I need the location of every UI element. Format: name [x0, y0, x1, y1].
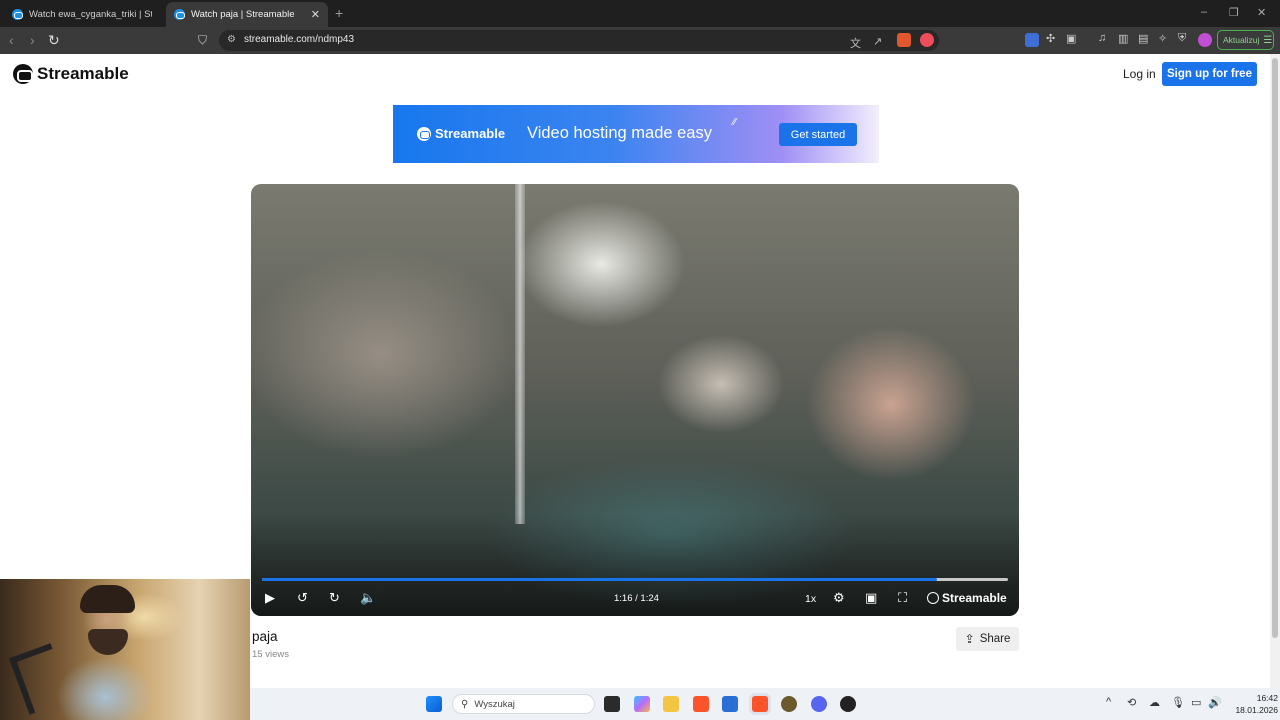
- address-bar[interactable]: ⚙ streamable.com/ndmp43 文 ↗: [219, 30, 939, 51]
- windows-taskbar: ⚲ Wyszukaj ^ ⟲ ☁ 🎙 ▭ 🔊 16:42 18.01.2026: [250, 688, 1280, 720]
- restore-window-button[interactable]: ❐: [1229, 6, 1239, 19]
- close-window-button[interactable]: ✕: [1257, 6, 1266, 19]
- brave-shields-icon[interactable]: [897, 33, 911, 47]
- get-started-button[interactable]: Get started: [779, 123, 857, 146]
- settings-gear-icon[interactable]: ⚙: [833, 589, 845, 607]
- screenshot-icon[interactable]: ▣: [1066, 32, 1076, 45]
- copilot-icon[interactable]: [634, 696, 650, 712]
- streamable-logo[interactable]: Streamable: [13, 64, 129, 84]
- video-frame-detail: [515, 184, 525, 524]
- streamable-logo-icon: [13, 64, 33, 84]
- promo-banner[interactable]: Streamable Video hosting made easy ⁄⁄ Ge…: [393, 105, 879, 163]
- player-brand-text: Streamable: [942, 591, 1007, 605]
- tab-label: Watch paja | Streamable: [191, 9, 295, 20]
- rewind-icon[interactable]: ↺: [297, 589, 308, 607]
- player-brand[interactable]: Streamable: [927, 591, 1007, 605]
- scrollbar-thumb[interactable]: [1272, 58, 1278, 638]
- time-display: 1:16 / 1:24: [614, 593, 659, 604]
- microphone-icon[interactable]: 🎙: [1171, 696, 1185, 709]
- sync-icon[interactable]: ⟲: [1127, 696, 1136, 709]
- vpn-shield-icon[interactable]: ⛨: [1178, 32, 1186, 45]
- logo-text: Streamable: [37, 64, 129, 83]
- streamable-logo-icon: [417, 127, 431, 141]
- webcam-overlay: [0, 579, 250, 720]
- tray-overflow-icon[interactable]: ^: [1106, 696, 1111, 708]
- login-link[interactable]: Log in: [1123, 67, 1156, 81]
- microphone-arm: [9, 643, 71, 715]
- store-icon[interactable]: [722, 696, 738, 712]
- share-page-icon[interactable]: ↗: [873, 35, 882, 48]
- close-tab-icon[interactable]: ✕: [311, 8, 320, 21]
- sparkle-icon: ⁄⁄: [733, 117, 737, 128]
- clock-time: 16:42: [1256, 693, 1278, 703]
- forward-arrow-icon[interactable]: ›: [30, 32, 35, 48]
- tab-ewa-cyganka[interactable]: Watch ewa_cyganka_triki | Streamabl: [4, 2, 160, 27]
- banner-brand: Streamable: [435, 126, 506, 141]
- streamable-favicon-icon: [174, 9, 185, 20]
- translate-icon[interactable]: 文: [850, 35, 861, 51]
- network-icon[interactable]: ▭: [1191, 696, 1201, 709]
- wallet-icon[interactable]: ▤: [1138, 32, 1148, 45]
- minimize-window-button[interactable]: –: [1201, 6, 1207, 18]
- speaker-icon[interactable]: 🔊: [1208, 696, 1222, 709]
- share-label: Share: [979, 633, 1011, 645]
- video-title: paja: [252, 629, 278, 644]
- video-player[interactable]: ▶ ↺ ↻ 🔈 1:16 / 1:24 1x ⚙ ▣ ⛶ Streamable: [251, 184, 1019, 616]
- streamable-logo-icon: [927, 592, 939, 604]
- tab-label: Watch ewa_cyganka_triki | Streamabl: [29, 9, 152, 20]
- search-placeholder: Wyszukaj: [474, 698, 515, 710]
- signup-button[interactable]: Sign up for free: [1162, 62, 1257, 86]
- webcam-person-hair: [80, 585, 135, 613]
- tab-paja[interactable]: Watch paja | Streamable ✕: [166, 2, 328, 27]
- browser-toolbar: ‹ › ↻ ⛉ ⚙ streamable.com/ndmp43 文 ↗ ✣ ▣ …: [0, 27, 1280, 54]
- url-text: streamable.com/ndmp43: [244, 34, 355, 45]
- playback-speed-button[interactable]: 1x: [805, 593, 816, 605]
- back-arrow-icon[interactable]: ‹: [9, 32, 14, 48]
- picture-in-picture-icon[interactable]: ▣: [865, 589, 877, 607]
- site-info-icon[interactable]: ⚙: [227, 34, 238, 45]
- sidebar-icon[interactable]: ▥: [1118, 32, 1128, 45]
- brave-browser-icon[interactable]: [693, 696, 709, 712]
- game-app-icon[interactable]: [781, 696, 797, 712]
- menu-icon: ☰: [1263, 34, 1273, 46]
- discord-icon[interactable]: [811, 696, 827, 712]
- file-explorer-icon[interactable]: [663, 696, 679, 712]
- play-icon[interactable]: ▶: [265, 589, 275, 607]
- share-button[interactable]: ⇪ Share: [956, 627, 1019, 651]
- update-label: Aktualizuj: [1223, 35, 1260, 45]
- puzzle-extensions-icon[interactable]: ✣: [1046, 32, 1055, 45]
- fullscreen-icon[interactable]: ⛶: [898, 589, 907, 607]
- progress-fill: [262, 578, 938, 581]
- clock-date: 18.01.2026: [1235, 705, 1278, 715]
- fast-forward-icon[interactable]: ↻: [329, 589, 340, 607]
- volume-icon[interactable]: 🔈: [360, 589, 376, 607]
- profile-avatar-icon[interactable]: [1198, 33, 1212, 47]
- taskbar-search[interactable]: ⚲ Wyszukaj: [452, 694, 595, 714]
- browser-tab-bar: Watch ewa_cyganka_triki | Streamabl Watc…: [0, 0, 1280, 27]
- new-tab-button[interactable]: +: [335, 5, 343, 21]
- update-button[interactable]: Aktualizuj ☰: [1217, 30, 1274, 50]
- progress-bar[interactable]: [262, 578, 1008, 581]
- cloud-icon[interactable]: ☁: [1149, 696, 1160, 709]
- view-count: 15 views: [252, 649, 289, 660]
- webcam-person-beard: [88, 629, 128, 655]
- search-icon: ⚲: [461, 698, 469, 710]
- bookmark-icon[interactable]: ⛉: [198, 32, 207, 48]
- leo-ai-icon[interactable]: ✧: [1158, 32, 1167, 45]
- extension-icon[interactable]: [1025, 33, 1039, 47]
- music-icon[interactable]: ♫: [1098, 32, 1106, 44]
- brave-active-window-icon[interactable]: [752, 696, 768, 712]
- page-scrollbar[interactable]: [1270, 54, 1280, 688]
- reload-icon[interactable]: ↻: [48, 32, 60, 48]
- windows-start-icon[interactable]: [426, 696, 442, 712]
- task-view-icon[interactable]: [604, 696, 620, 712]
- streamable-favicon-icon: [12, 9, 23, 20]
- obs-icon[interactable]: [840, 696, 856, 712]
- banner-tagline: Video hosting made easy: [527, 124, 712, 142]
- brave-rewards-icon[interactable]: [920, 33, 934, 47]
- taskbar-clock[interactable]: 16:42 18.01.2026: [1228, 692, 1278, 716]
- share-icon: ⇪: [964, 632, 975, 646]
